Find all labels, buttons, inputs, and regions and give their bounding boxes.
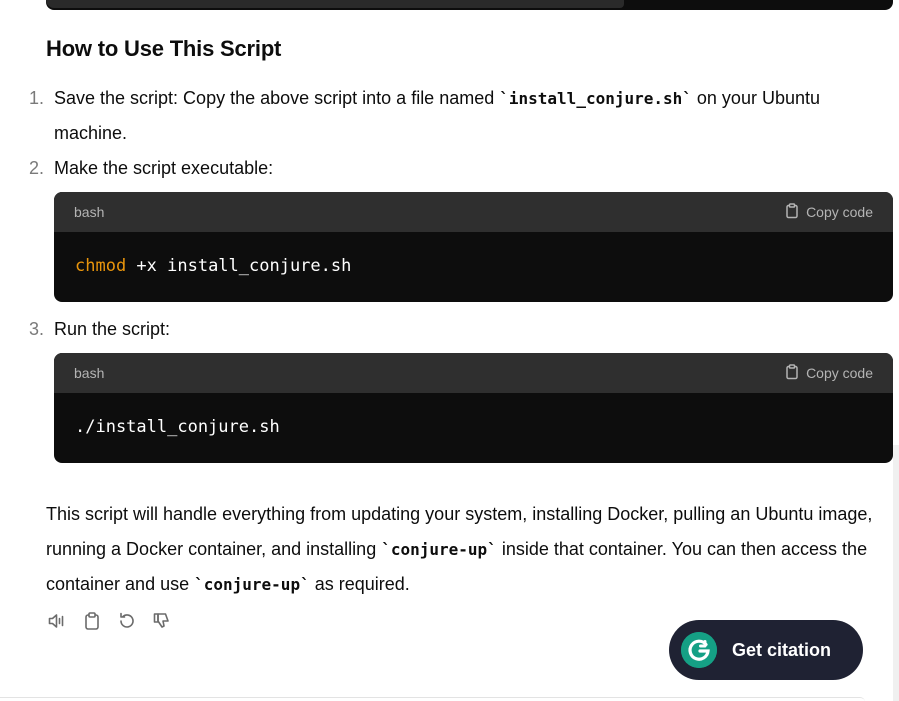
code-block-run: bash Copy code ./install_conjure.sh <box>54 353 893 463</box>
step-text-3: Run the script: <box>54 319 171 339</box>
summary-part-3: as required. <box>309 574 410 594</box>
inline-code-conjure-up: `conjure-up` <box>194 575 310 594</box>
copy-icon <box>82 611 102 636</box>
step-text-1: Save the script: Copy the above script i… <box>54 81 854 151</box>
code-keyword: chmod <box>75 256 127 276</box>
regenerate-icon <box>117 611 137 636</box>
clipboard-icon <box>784 363 800 383</box>
code-block-header: bash Copy code <box>54 353 893 393</box>
grammarly-logo-icon <box>681 632 717 668</box>
code-language-label: bash <box>74 204 105 220</box>
section-heading: How to Use This Script <box>46 36 282 61</box>
step-number-3: 3. <box>28 319 44 339</box>
vertical-scrollbar[interactable] <box>893 445 899 701</box>
get-citation-label: Get citation <box>732 639 832 660</box>
step-text-2: Make the script executable: <box>54 158 274 178</box>
code-content: chmod +x install_conjure.sh <box>75 256 351 276</box>
message-actions <box>46 611 173 636</box>
read-aloud-icon <box>47 611 67 636</box>
copy-code-button[interactable]: Copy code <box>784 363 873 383</box>
code-args: +x install_conjure.sh <box>126 256 352 276</box>
input-area-edge <box>0 697 865 701</box>
horizontal-scrollbar-thumb[interactable] <box>46 0 624 8</box>
code-content: ./install_conjure.sh <box>75 417 280 437</box>
inline-code-conjure-up: `conjure-up` <box>381 540 497 559</box>
summary-paragraph: This script will handle everything from … <box>46 497 886 602</box>
thumbs-down-button[interactable] <box>151 612 173 634</box>
regenerate-button[interactable] <box>116 612 138 634</box>
inline-code-filename: `install_conjure.sh` <box>499 89 692 108</box>
copy-code-button[interactable]: Copy code <box>784 202 873 222</box>
thumbs-down-icon <box>152 611 172 636</box>
code-language-label: bash <box>74 365 105 381</box>
previous-code-block-bottom <box>46 0 893 10</box>
copy-code-label: Copy code <box>806 204 873 220</box>
copy-code-label: Copy code <box>806 365 873 381</box>
step-1-text-before: Save the script: Copy the above script i… <box>54 88 500 108</box>
chat-response: How to Use This Script 1. Save the scrip… <box>0 0 899 701</box>
clipboard-icon <box>784 202 800 222</box>
code-block-header: bash Copy code <box>54 192 893 232</box>
step-number-2: 2. <box>28 158 44 178</box>
code-block-chmod: bash Copy code chmod +x install_conjure.… <box>54 192 893 302</box>
get-citation-button[interactable]: Get citation <box>669 620 863 680</box>
step-number-1: 1. <box>28 88 44 108</box>
read-aloud-button[interactable] <box>46 612 68 634</box>
copy-button[interactable] <box>81 611 103 636</box>
